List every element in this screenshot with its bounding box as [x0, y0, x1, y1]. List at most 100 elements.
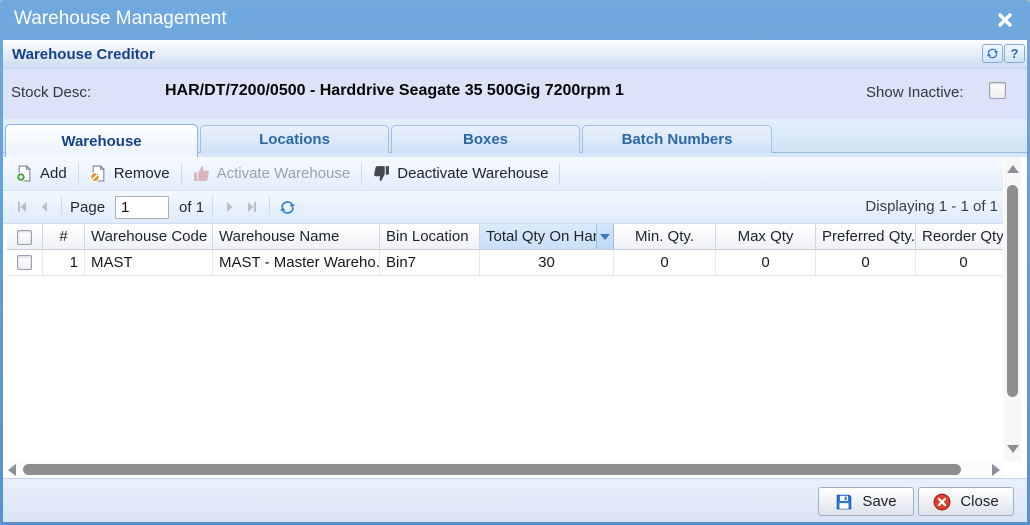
vertical-scrollbar[interactable] — [1004, 157, 1021, 461]
window-title: Warehouse Management — [14, 8, 227, 29]
page-label: Page — [70, 198, 106, 216]
close-circle-icon — [933, 493, 951, 510]
panel-header: Warehouse Creditor ? — [3, 40, 1027, 69]
cell-min-qty: 0 — [614, 250, 716, 275]
paging-separator — [61, 196, 62, 218]
thumbs-down-icon — [374, 166, 390, 181]
refresh-icon — [986, 48, 999, 59]
cell-warehouse-code: MAST — [85, 250, 213, 275]
first-page-button[interactable] — [11, 196, 33, 218]
tab-content: Add Remove Activate Warehouse Deactivate… — [3, 157, 1027, 478]
footer-bar: Save Close — [3, 478, 1027, 522]
thumbs-up-icon — [193, 166, 209, 181]
panel-title: Warehouse Creditor — [12, 46, 155, 63]
toolbar-separator — [559, 162, 561, 185]
show-inactive-checkbox[interactable] — [989, 82, 1006, 99]
table-row[interactable]: 1 MAST MAST - Master Wareho... Bin7 30 0… — [7, 250, 1003, 276]
next-page-icon — [227, 202, 233, 212]
warehouse-management-window: Warehouse Management Warehouse Creditor … — [0, 0, 1030, 525]
tab-boxes[interactable]: Boxes — [391, 125, 580, 153]
paging-toolbar: Page of 1 Displaying 1 - 1 of 1 — [3, 191, 1003, 224]
remove-button[interactable]: Remove — [85, 162, 175, 185]
save-button-label: Save — [862, 493, 897, 510]
tab-boxes-label: Boxes — [462, 131, 509, 148]
save-floppy-icon — [837, 494, 852, 509]
page-of-label: of 1 — [179, 198, 205, 216]
activate-warehouse-button[interactable]: Activate Warehouse — [188, 162, 356, 185]
total-qty-header-label: Total Qty On Hand — [486, 228, 610, 245]
stock-desc-value: HAR/DT/7200/0500 - Harddrive Seagate 35 … — [165, 82, 624, 99]
column-header-number[interactable]: # — [43, 224, 85, 249]
column-header-warehouse-code[interactable]: Warehouse Code — [85, 224, 213, 249]
chevron-down-icon — [600, 234, 610, 240]
panel-refresh-tool-button[interactable] — [982, 44, 1003, 63]
scroll-down-arrow-icon[interactable] — [1007, 445, 1019, 453]
close-icon[interactable] — [994, 9, 1016, 31]
grid-refresh-button[interactable] — [276, 196, 298, 218]
toolbar-separator — [77, 162, 79, 185]
paging-separator — [269, 196, 271, 218]
select-all-header-cell[interactable] — [7, 224, 43, 249]
paging-separator — [212, 196, 214, 218]
tab-locations-label: Locations — [259, 131, 330, 148]
vertical-scrollbar-thumb[interactable] — [1007, 185, 1018, 397]
displaying-status-text: Displaying 1 - 1 of 1 — [865, 198, 998, 215]
scroll-right-arrow-icon[interactable] — [992, 464, 1000, 476]
show-inactive-label: Show Inactive: — [866, 84, 964, 101]
column-header-reorder-qty[interactable]: Reorder Qty. — [916, 224, 1003, 249]
column-menu-trigger[interactable] — [596, 224, 613, 249]
toolbar-separator — [180, 162, 182, 185]
add-button[interactable]: Add — [11, 162, 72, 185]
save-button[interactable]: Save — [818, 487, 914, 516]
refresh-icon — [279, 200, 295, 214]
close-button-label: Close — [960, 493, 999, 510]
close-button[interactable]: Close — [918, 487, 1014, 516]
column-header-total-qty-on-hand[interactable]: Total Qty On Hand — [480, 224, 614, 249]
tab-warehouse-label: Warehouse — [61, 132, 142, 150]
deactivate-warehouse-button[interactable]: Deactivate Warehouse — [368, 162, 553, 185]
add-page-icon — [16, 165, 32, 182]
column-header-max-qty[interactable]: Max Qty — [716, 224, 816, 249]
row-select-cell[interactable] — [7, 250, 43, 275]
horizontal-scrollbar[interactable] — [5, 461, 1003, 478]
title-bar[interactable]: Warehouse Management — [0, 0, 1030, 40]
cell-reorder-qty: 0 — [916, 250, 1003, 275]
remove-button-label: Remove — [113, 165, 170, 182]
row-checkbox[interactable] — [17, 255, 32, 270]
cell-warehouse-name: MAST - Master Wareho... — [213, 250, 380, 275]
panel-help-tool-button[interactable]: ? — [1004, 44, 1025, 63]
last-page-button[interactable] — [241, 196, 263, 218]
page-number-input[interactable] — [115, 195, 170, 219]
column-header-warehouse-name[interactable]: Warehouse Name — [213, 224, 380, 249]
cell-max-qty: 0 — [716, 250, 816, 275]
select-all-checkbox[interactable] — [17, 229, 32, 245]
stock-desc-label: Stock Desc: — [11, 84, 92, 101]
prev-page-icon — [41, 202, 47, 212]
tab-batch-numbers-label: Batch Numbers — [621, 131, 733, 148]
scroll-up-arrow-icon[interactable] — [1007, 165, 1019, 173]
tab-batch-numbers[interactable]: Batch Numbers — [582, 125, 772, 153]
cell-row-number: 1 — [43, 250, 85, 275]
next-page-button[interactable] — [219, 196, 241, 218]
cell-bin-location: Bin7 — [380, 250, 480, 275]
tab-bar: Warehouse Locations Boxes Batch Numbers — [3, 119, 1027, 157]
grid-header-row: # Warehouse Code Warehouse Name Bin Loca… — [7, 224, 1003, 250]
cell-total-qty: 30 — [480, 250, 614, 275]
stock-section: Stock Desc: HAR/DT/7200/0500 - Harddrive… — [3, 69, 1027, 119]
cell-preferred-qty: 0 — [816, 250, 916, 275]
add-button-label: Add — [40, 165, 67, 182]
column-header-min-qty[interactable]: Min. Qty. — [614, 224, 716, 249]
tab-warehouse[interactable]: Warehouse — [5, 124, 198, 157]
scroll-left-arrow-icon[interactable] — [8, 464, 16, 476]
prev-page-button[interactable] — [33, 196, 55, 218]
horizontal-scrollbar-thumb[interactable] — [23, 464, 961, 475]
deactivate-warehouse-label: Deactivate Warehouse — [397, 165, 549, 182]
column-header-preferred-qty[interactable]: Preferred Qty. — [816, 224, 916, 249]
first-page-icon — [18, 202, 26, 212]
remove-page-icon — [89, 165, 105, 182]
grid-toolbar: Add Remove Activate Warehouse Deactivate… — [3, 157, 1003, 191]
column-header-bin-location[interactable]: Bin Location — [380, 224, 480, 249]
activate-warehouse-label: Activate Warehouse — [216, 165, 351, 182]
tab-locations[interactable]: Locations — [200, 125, 389, 153]
toolbar-separator — [361, 162, 363, 185]
